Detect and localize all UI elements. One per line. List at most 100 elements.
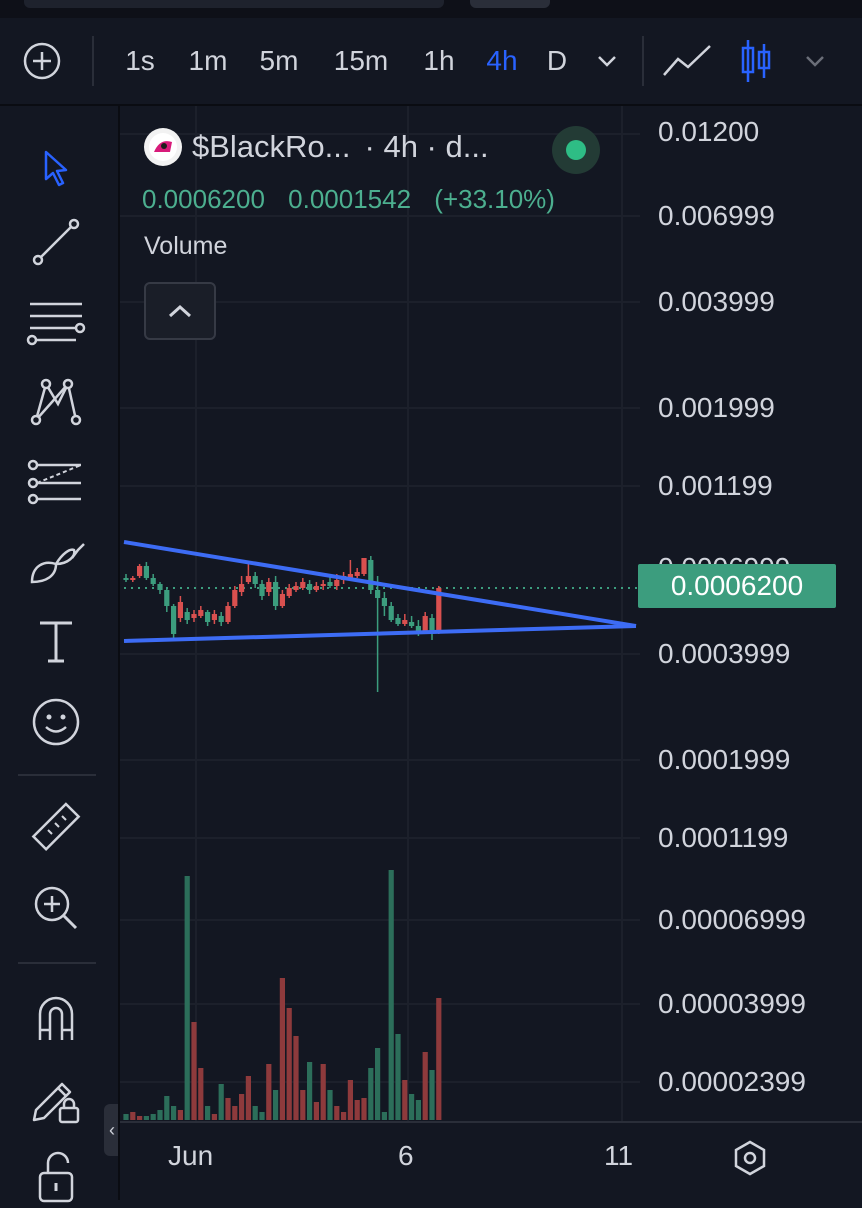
volume-bar xyxy=(205,1106,211,1120)
volume-bar xyxy=(395,1034,401,1120)
candle-body xyxy=(388,606,394,620)
candle-body xyxy=(334,580,340,586)
price-change-percent: (+33.10%) xyxy=(434,184,555,214)
pencil-lock-icon xyxy=(32,1082,80,1124)
volume-bar xyxy=(279,978,285,1120)
candle-body xyxy=(354,572,360,576)
volume-bar xyxy=(320,1064,326,1120)
volume-bar xyxy=(347,1080,353,1120)
price-scale-label: 0.0003999 xyxy=(658,638,791,669)
candle-body xyxy=(211,614,217,620)
measure-tool[interactable] xyxy=(26,798,86,858)
volume-bar xyxy=(266,1064,272,1120)
interval-4h[interactable]: 4h xyxy=(478,18,526,104)
candle-body xyxy=(245,576,251,582)
volume-bar xyxy=(184,876,190,1120)
forecast-tool[interactable] xyxy=(26,452,86,512)
lock-drawings-tool[interactable] xyxy=(26,1068,86,1128)
volume-bar xyxy=(415,1100,421,1120)
interval-1h[interactable]: 1h xyxy=(416,18,462,104)
magnet-tool[interactable] xyxy=(26,988,86,1048)
emoji-icon xyxy=(32,698,80,746)
candlestick-icon xyxy=(741,40,771,82)
volume-bar xyxy=(409,1094,415,1120)
toolbar-divider xyxy=(18,962,96,964)
cursor-tool[interactable] xyxy=(26,138,86,198)
volume-bar xyxy=(436,998,442,1120)
candle-body xyxy=(320,584,326,586)
volume-bar xyxy=(211,1114,217,1120)
volume-bar xyxy=(375,1048,381,1120)
volume-bar xyxy=(368,1068,374,1120)
interval-15m[interactable]: 15m xyxy=(326,18,396,104)
grid xyxy=(120,106,862,1123)
chevron-down-icon xyxy=(598,56,616,67)
volume-bar xyxy=(259,1112,265,1120)
volume-bar xyxy=(388,870,394,1120)
chart-type-candles-button[interactable] xyxy=(734,18,778,104)
candle-body xyxy=(191,614,197,618)
chart-type-dropdown[interactable] xyxy=(798,18,832,104)
candle-body xyxy=(164,590,170,606)
interval-1s[interactable]: 1s xyxy=(118,18,162,104)
plus-icon xyxy=(23,42,61,80)
volume-bar xyxy=(422,1052,428,1120)
price-change: 0.0001542 xyxy=(288,184,412,214)
symbol-name[interactable]: $BlackRo... xyxy=(192,129,351,165)
candle-body xyxy=(381,598,387,606)
zoom-in-icon xyxy=(34,886,78,930)
chart-type-line-button[interactable] xyxy=(660,18,716,104)
cursor-icon xyxy=(44,150,68,187)
volume-bar xyxy=(293,1036,299,1120)
candle-body xyxy=(286,588,292,596)
symbol-legend[interactable]: $BlackRo... · 4h · d... xyxy=(144,128,489,166)
text-tool[interactable] xyxy=(26,612,86,672)
candle-body xyxy=(279,594,285,606)
candle-body xyxy=(313,586,319,590)
candle-body xyxy=(266,582,272,592)
price-values: 0.0006200 0.0001542 (+33.10%) xyxy=(142,184,571,215)
candle-body xyxy=(218,616,224,622)
interval-dropdown[interactable] xyxy=(590,18,624,104)
interval-5m[interactable]: 5m xyxy=(252,18,306,104)
interval-1m[interactable]: 1m xyxy=(182,18,234,104)
volume-bar xyxy=(164,1096,170,1120)
candle-body xyxy=(171,606,177,634)
volume-bar xyxy=(402,1080,408,1120)
interval-d[interactable]: D xyxy=(540,18,574,104)
lock-tool[interactable] xyxy=(26,1148,86,1208)
emoji-tool[interactable] xyxy=(26,692,86,752)
volume-bar xyxy=(137,1116,143,1120)
symbol-avatar xyxy=(144,128,182,166)
settings-hex-icon xyxy=(734,1140,766,1176)
price-scale-label: 0.00006999 xyxy=(658,904,806,935)
add-symbol-button[interactable] xyxy=(16,18,68,104)
price-scale-label: 0.00003999 xyxy=(658,988,806,1019)
status-bar-segment xyxy=(24,0,444,8)
pattern-tool[interactable] xyxy=(26,372,86,432)
toolbar-divider xyxy=(92,36,94,86)
market-status[interactable] xyxy=(552,126,600,174)
brush-tool[interactable] xyxy=(26,532,86,592)
volume-bar xyxy=(143,1116,149,1120)
price-scale-label: 0.01200 xyxy=(658,116,760,147)
candle-body xyxy=(375,590,381,598)
candle-body xyxy=(239,584,245,592)
volume-bar xyxy=(341,1112,347,1120)
pattern-icon xyxy=(30,378,82,426)
candle-body xyxy=(409,622,415,626)
candle-body xyxy=(429,618,435,632)
price-scale-label: 0.003999 xyxy=(658,286,775,317)
chart-settings-button[interactable] xyxy=(730,1136,770,1180)
zoom-tool[interactable] xyxy=(26,878,86,938)
lock-icon xyxy=(38,1151,74,1203)
volume-bar xyxy=(177,1110,183,1120)
candle-body xyxy=(327,582,333,586)
indicators-collapse-button[interactable] xyxy=(144,282,216,340)
trendline-tool[interactable] xyxy=(26,212,86,272)
price-scale-label: 0.0001999 xyxy=(658,744,791,775)
candle-body xyxy=(307,584,313,590)
volume-bar xyxy=(245,1076,251,1120)
price-scale-label: 0.001199 xyxy=(658,470,773,501)
fib-tool[interactable] xyxy=(26,292,86,352)
